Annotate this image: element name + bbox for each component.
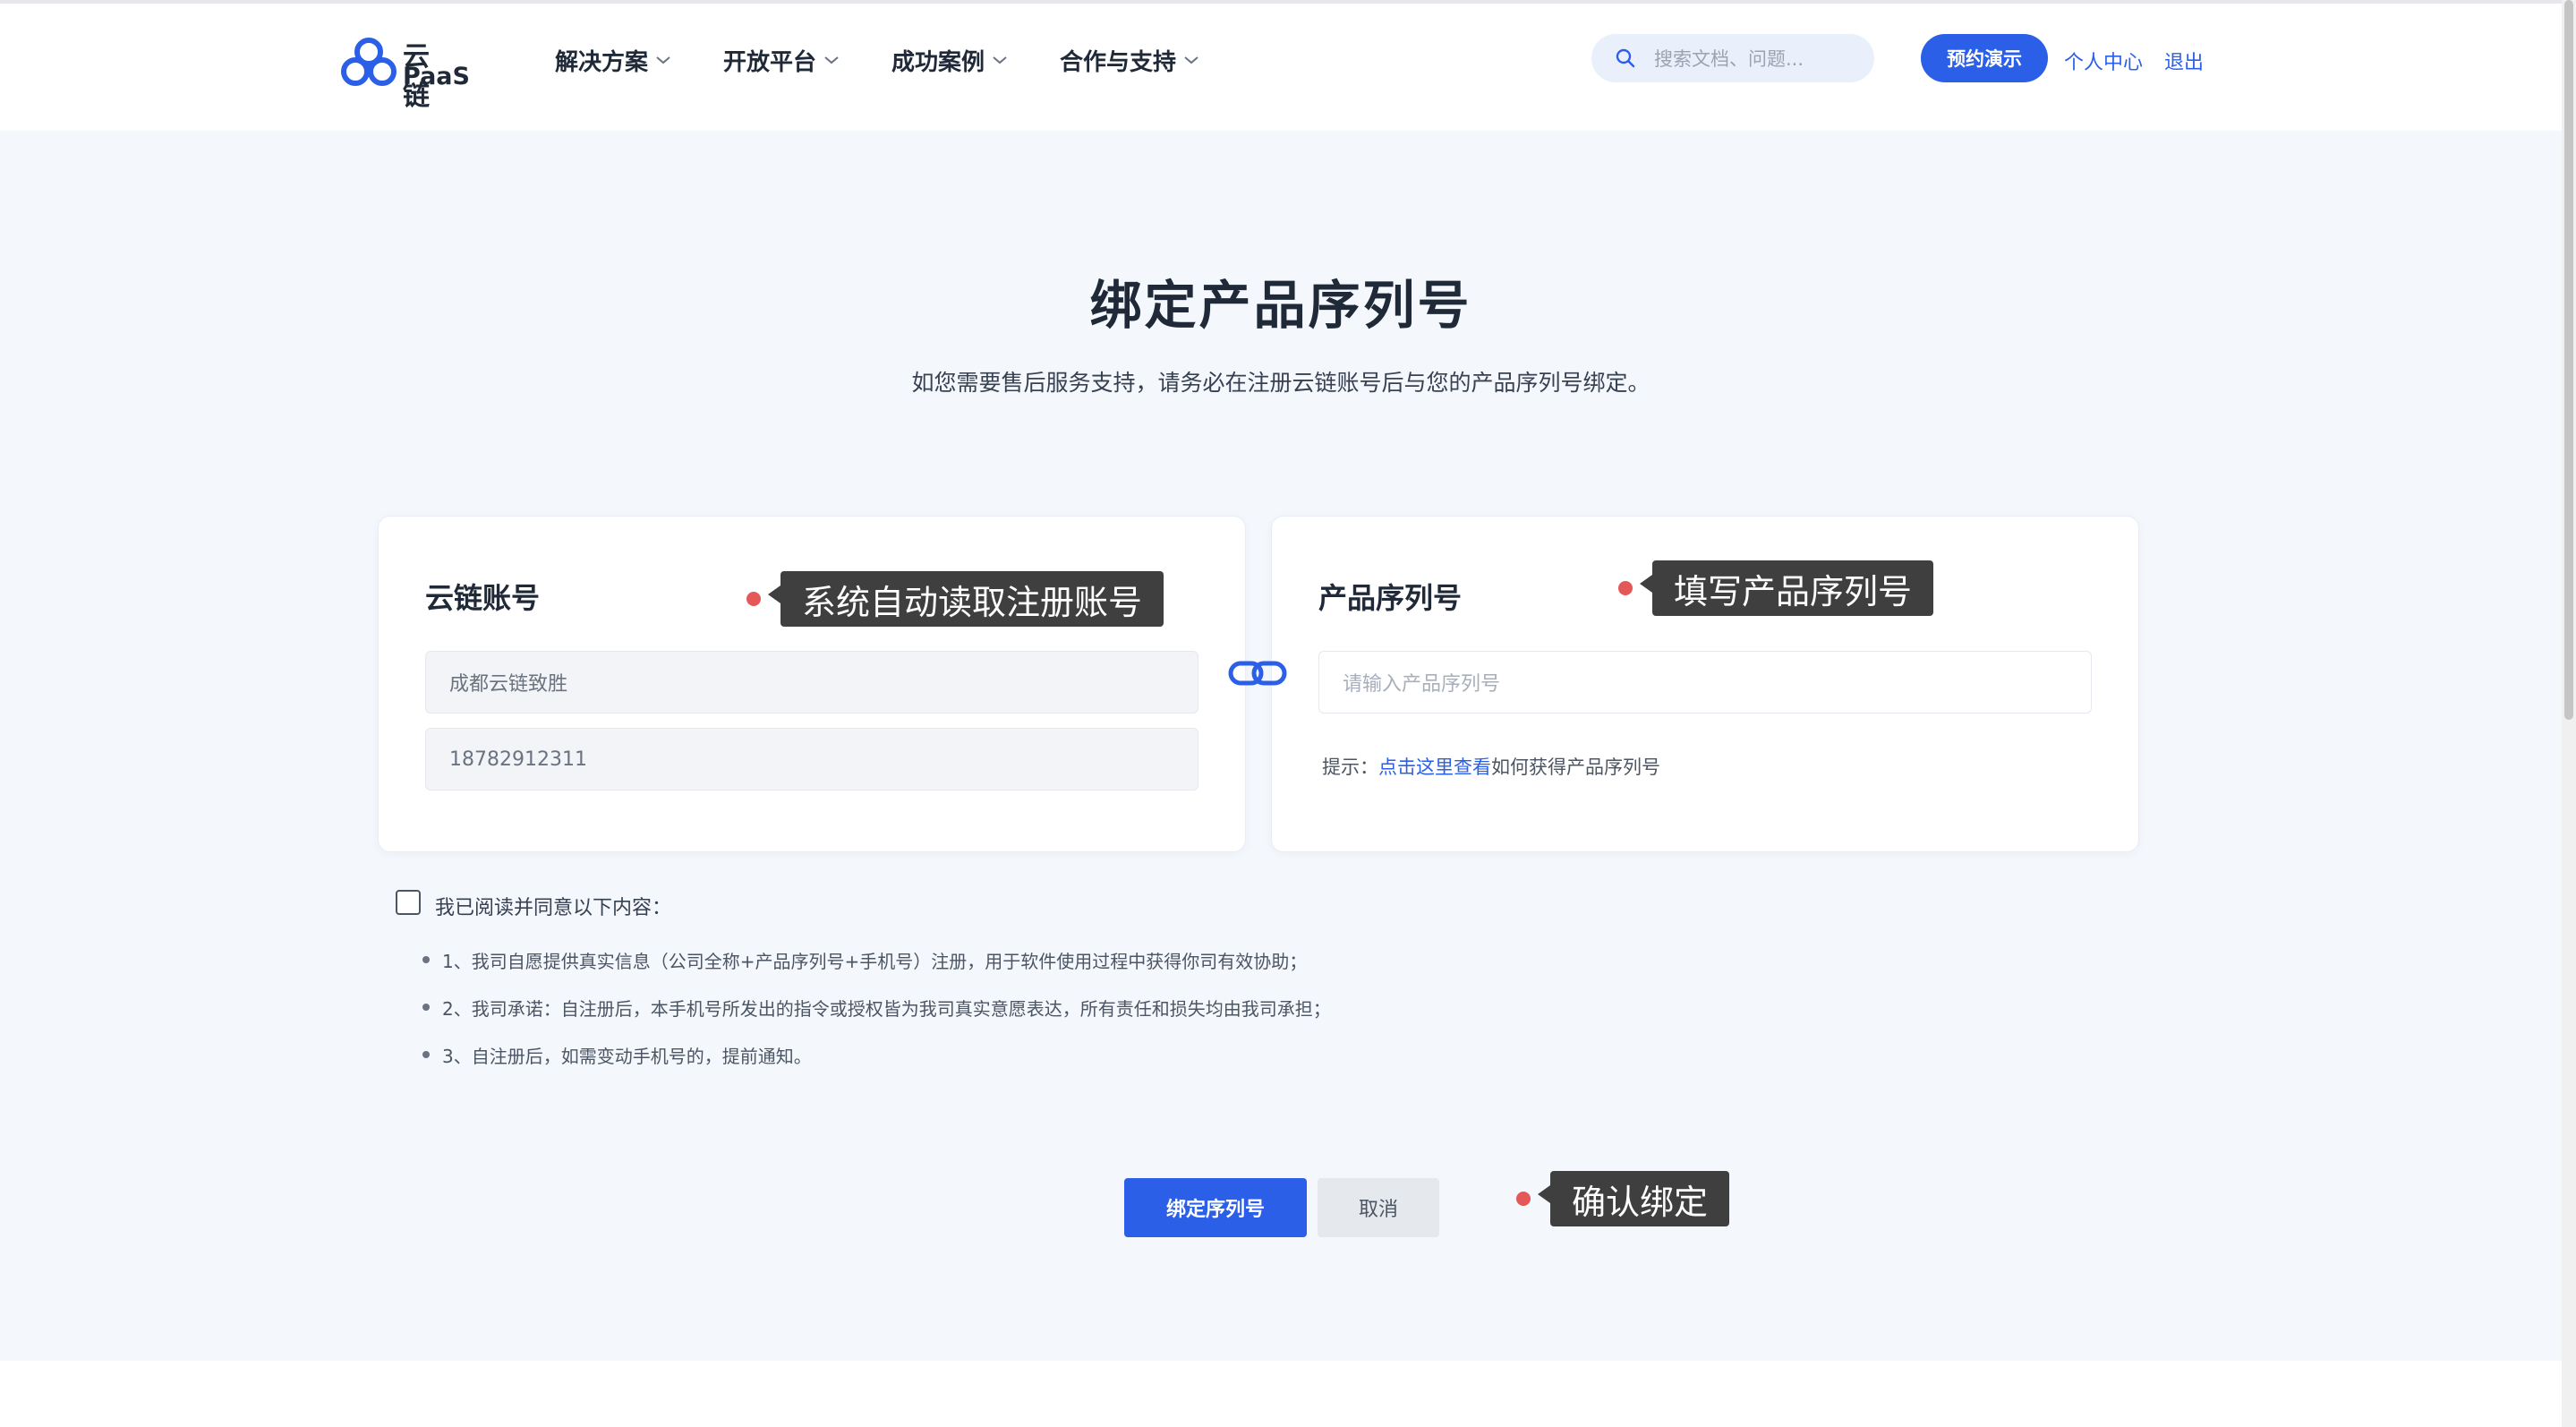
term-item: 3、自注册后，如需变动手机号的，提前通知。 [422, 1042, 1331, 1089]
footer [0, 1361, 2562, 1427]
agree-label: 我已阅读并同意以下内容： [435, 897, 672, 919]
annotation-serial: 填写产品序列号 [1618, 560, 1934, 616]
company-value: 成都云链致胜 [449, 673, 568, 696]
search-placeholder: 搜索文档、问题... [1654, 48, 1804, 70]
terms-list: 1、我司自愿提供真实信息（公司全称+产品序列号+手机号）注册，用于软件使用过程中… [422, 947, 1331, 1089]
account-card-title: 云链账号 [425, 581, 541, 615]
nav-label: 合作与支持 [1060, 48, 1177, 76]
link-icon [1228, 661, 1287, 686]
chevron-down-icon [1184, 56, 1198, 64]
agree-checkbox[interactable] [396, 890, 421, 915]
chevron-down-icon [824, 56, 839, 64]
nav-label: 成功案例 [891, 48, 985, 76]
nav-item-open-platform[interactable]: 开放平台 [723, 39, 840, 81]
phone-field: 18782912311 [425, 728, 1198, 790]
hint-suffix: 如何获得产品序列号 [1491, 756, 1660, 778]
search-input[interactable]: 搜索文档、问题... [1591, 34, 1874, 82]
annotation-tooltip: 填写产品序列号 [1639, 560, 1934, 616]
logout-link[interactable]: 退出 [2164, 47, 2204, 75]
serial-card-title: 产品序列号 [1318, 581, 1463, 615]
page-subtitle: 如您需要售后服务支持，请务必在注册云链账号后与您的产品序列号绑定。 [911, 370, 1651, 396]
cancel-button[interactable]: 取消 [1318, 1178, 1439, 1237]
scrollbar-thumb[interactable] [2564, 0, 2573, 720]
serial-placeholder: 请输入产品序列号 [1343, 673, 1501, 696]
page-title: 绑定产品序列号 [1089, 275, 1472, 336]
annotation-dot [1516, 1192, 1531, 1206]
main-content: 绑定产品序列号 如您需要售后服务支持，请务必在注册云链账号后与您的产品序列号绑定… [0, 131, 2562, 1361]
term-item: 2、我司承诺：自注册后，本手机号所发出的指令或授权皆为我司真实意愿表达，所有责任… [422, 995, 1331, 1042]
account-card: 云链账号 成都云链致胜 18782912311 [378, 516, 1246, 852]
nav-label: 开放平台 [723, 48, 817, 76]
annotation-tooltip: 系统自动读取注册账号 [767, 571, 1164, 627]
phone-value: 18782912311 [449, 748, 587, 771]
site-header: 云链 PaaS 解决方案 开放平台 成功案例 合作与支持 搜索文档、问题... … [0, 4, 2562, 131]
search-icon [1616, 48, 1635, 68]
main-nav: 解决方案 开放平台 成功案例 合作与支持 [555, 39, 1251, 81]
company-field: 成都云链致胜 [425, 651, 1198, 714]
chevron-down-icon [656, 56, 670, 64]
book-demo-button[interactable]: 预约演示 [1921, 34, 2048, 82]
annotation-account: 系统自动读取注册账号 [746, 571, 1164, 627]
nav-item-cases[interactable]: 成功案例 [891, 39, 1008, 81]
annotation-confirm: 确认绑定 [1516, 1171, 1730, 1226]
logo[interactable]: 云链 PaaS [340, 30, 470, 112]
bind-serial-button[interactable]: 绑定序列号 [1124, 1178, 1307, 1237]
nav-item-support[interactable]: 合作与支持 [1060, 39, 1199, 81]
chevron-down-icon [993, 56, 1007, 64]
annotation-dot [746, 592, 761, 606]
annotation-dot [1618, 581, 1633, 595]
serial-input[interactable]: 请输入产品序列号 [1318, 651, 2092, 714]
nav-label: 解决方案 [555, 48, 649, 76]
serial-hint: 提示：点击这里查看如何获得产品序列号 [1322, 753, 1660, 780]
term-item: 1、我司自愿提供真实信息（公司全称+产品序列号+手机号）注册，用于软件使用过程中… [422, 947, 1331, 995]
hint-prefix: 提示： [1322, 756, 1378, 778]
logo-text-en: PaaS [403, 63, 470, 90]
hint-link[interactable]: 点击这里查看 [1378, 756, 1491, 778]
annotation-tooltip: 确认绑定 [1537, 1171, 1730, 1226]
cloud-logo-icon [341, 38, 397, 86]
personal-center-link[interactable]: 个人中心 [2064, 47, 2143, 75]
nav-item-solutions[interactable]: 解决方案 [555, 39, 671, 81]
